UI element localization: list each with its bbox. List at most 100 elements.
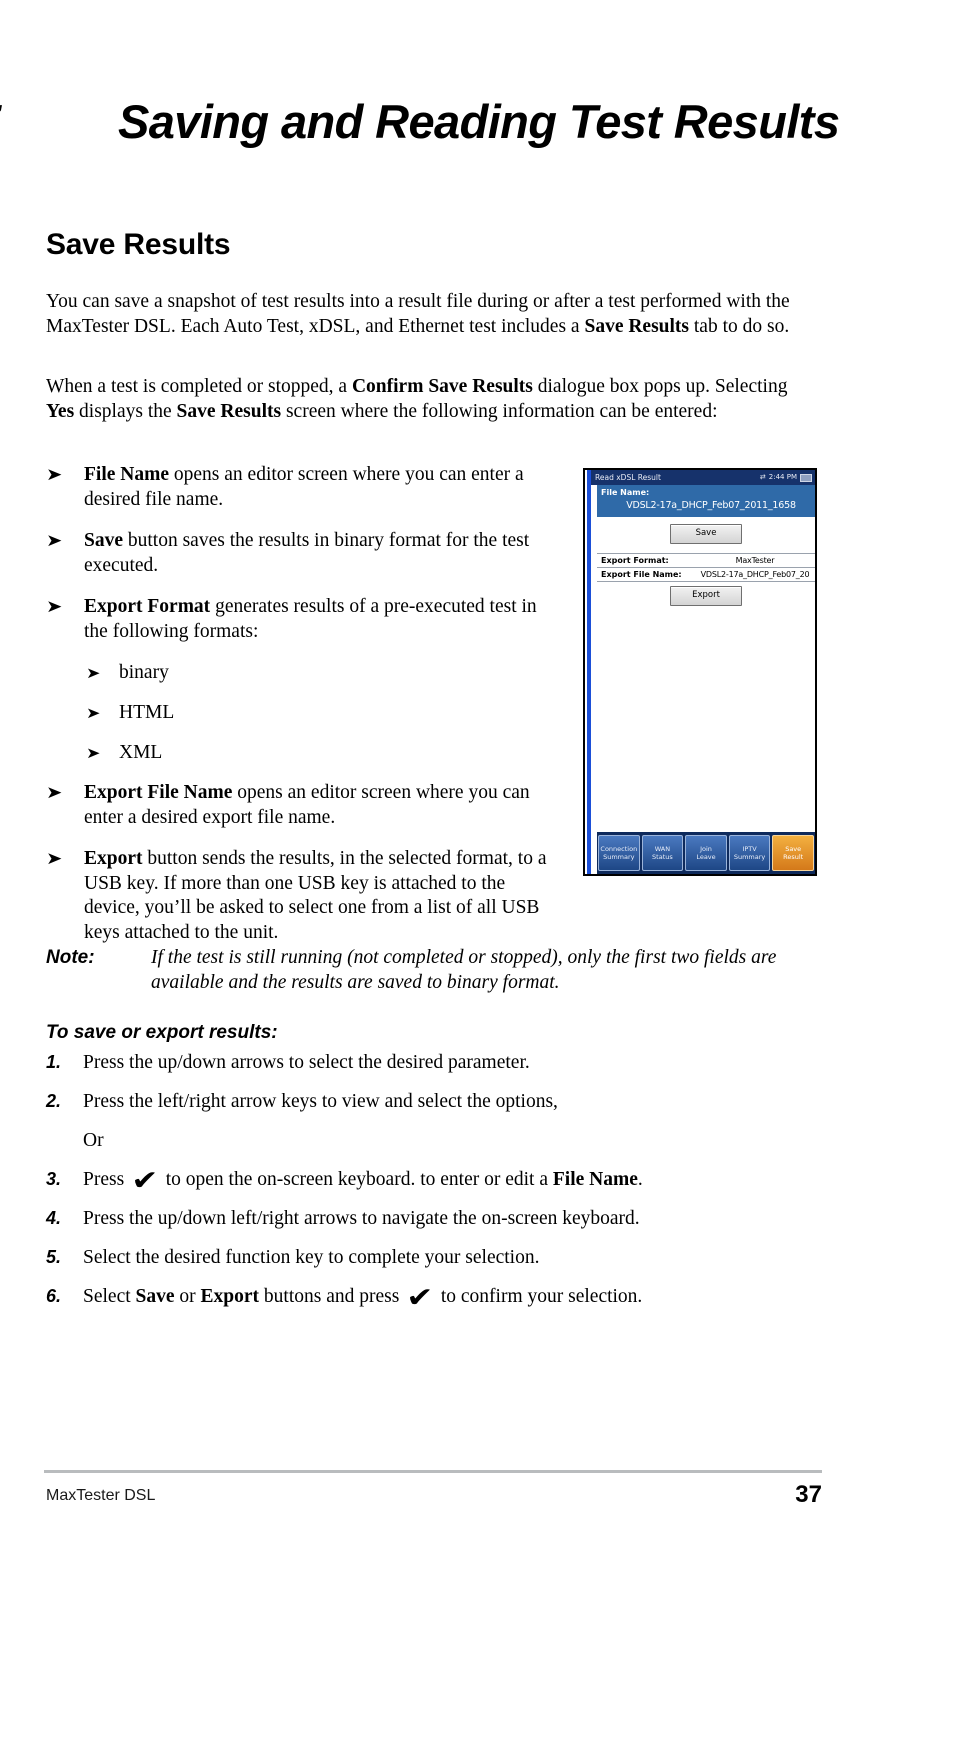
arrow-bullet-icon: ➤ [46, 597, 63, 617]
save-button[interactable]: Save [670, 524, 742, 544]
step6-post: buttons and press [259, 1286, 405, 1307]
tab-join-leave[interactable]: Join Leave [685, 835, 727, 871]
footer-product-name: MaxTester DSL [46, 1487, 156, 1504]
arrow-bullet-icon: ➤ [46, 783, 63, 803]
list-item-text: File Name opens an editor screen where y… [84, 463, 556, 512]
tab-label-line1: WAN Status [652, 845, 673, 861]
list-item-text: Export File Name opens an editor screen … [84, 781, 556, 830]
sub-list-item: ➤ binary [86, 661, 556, 685]
step-text: Press the up/down arrows to select the d… [83, 1052, 530, 1073]
step3-post-b: . [637, 1169, 643, 1190]
step6-bold-export: Export [200, 1286, 260, 1307]
note-block: Note: If the test is still running (not … [46, 945, 818, 995]
chapter-number: 7 [0, 96, 118, 148]
tab-label-line2: Summary [733, 853, 766, 861]
export-format-row[interactable]: Export Format: MaxTester [597, 553, 815, 568]
document-page: 7Saving and Reading Test Results Save Re… [0, 0, 954, 1738]
tab-label-line1: Save Result [783, 845, 804, 861]
bullet-rest: button sends the results, in the selecte… [84, 848, 547, 943]
sub-list-item-label: binary [119, 662, 169, 683]
step-number: 2. [46, 1091, 62, 1111]
resize-icon: ⇄ [759, 473, 766, 481]
sub-list-item: ➤ HTML [86, 701, 556, 725]
list-item: ➤ Save button saves the results in binar… [46, 529, 556, 578]
arrow-bullet-icon: ➤ [86, 744, 101, 762]
tab-label-line1: Join [700, 845, 712, 853]
file-name-label: File Name: [601, 488, 650, 497]
step6-tail: to confirm your selection. [435, 1286, 643, 1307]
export-file-name-row[interactable]: Export File Name: VDSL2-17a_DHCP_Feb07_2… [597, 568, 815, 582]
para2-bold-save-results: Save Results [176, 400, 282, 422]
step-item: 2. Press the left/right arrow keys to vi… [46, 1089, 836, 1114]
step6-bold-save: Save [135, 1286, 175, 1307]
step-number: 6. [46, 1286, 62, 1306]
bullet-term: Save [84, 530, 123, 551]
export-button[interactable]: Export [670, 586, 742, 606]
bullet-term: Export Format [84, 596, 211, 617]
feature-bullet-list: ➤ File Name opens an editor screen where… [46, 463, 556, 962]
sub-list-item: ➤ XML [86, 741, 556, 765]
device-screenshot-figure: Read xDSL Result ⇄ 2:44 PM File Name: VD… [583, 468, 817, 876]
tab-iptv-summary[interactable]: IPTV Summary [728, 835, 771, 871]
tab-label-line1: IPTV [742, 845, 757, 853]
tab-save-result[interactable]: Save Result [772, 835, 814, 871]
device-empty-area [597, 615, 815, 832]
tab-label-line2: Summary [603, 853, 635, 861]
file-name-value[interactable]: VDSL2-17a_DHCP_Feb07_2011_1658 [597, 498, 815, 513]
step-item: 3. Press ✔ to open the on-screen keyboar… [46, 1165, 836, 1197]
arrow-bullet-icon: ➤ [86, 664, 101, 682]
list-item: ➤ Export Format generates results of a p… [46, 595, 556, 644]
step-or-label: Or [83, 1130, 104, 1151]
list-item: ➤ Export File Name opens an editor scree… [46, 781, 556, 830]
arrow-bullet-icon: ➤ [46, 849, 63, 869]
para2-part-g: screen where the following information c… [281, 400, 718, 422]
step-number: 1. [46, 1052, 62, 1072]
battery-icon [800, 473, 812, 482]
footer-divider [44, 1470, 822, 1473]
sub-list-item-label: HTML [119, 702, 175, 723]
step-number: 3. [46, 1169, 62, 1189]
file-name-panel: File Name: VDSL2-17a_DHCP_Feb07_2011_165… [597, 485, 815, 517]
step-text: Press the left/right arrow keys to view … [83, 1091, 558, 1112]
note-text: If the test is still running (not comple… [151, 947, 777, 993]
save-button-row: Save [597, 517, 815, 553]
paragraph-confirm-dialog: When a test is completed or stopped, a C… [46, 375, 818, 424]
para2-bold-yes: Yes [46, 400, 75, 422]
para1-bold-save-results: Save Results [584, 315, 690, 337]
step-item: 5. Select the desired function key to co… [46, 1245, 836, 1270]
note-label: Note: [46, 947, 95, 968]
step6-mid: or [174, 1286, 201, 1307]
tab-label-line2: Leave [696, 853, 716, 861]
list-item-text: Save button saves the results in binary … [84, 529, 556, 578]
tab-connection-summary[interactable]: Connection Summary [598, 835, 640, 871]
export-format-label: Export Format: [601, 556, 669, 565]
arrow-bullet-icon: ➤ [46, 465, 63, 485]
tab-label-line1: Connection [600, 845, 638, 853]
list-item: ➤ Export button sends the results, in th… [46, 847, 556, 945]
step3-post-a: to open the on-screen keyboard. to enter… [160, 1169, 553, 1190]
chapter-title-text: Saving and Reading Test Results [118, 95, 840, 148]
step6-pre: Select [83, 1286, 136, 1307]
device-titlebar: Read xDSL Result ⇄ 2:44 PM [591, 470, 815, 485]
para2-part-e: displays the [74, 400, 177, 422]
device-clock: 2:44 PM [768, 473, 797, 481]
export-file-name-value: VDSL2-17a_DHCP_Feb07_20 [700, 570, 810, 579]
step-text: Select the desired function key to compl… [83, 1247, 540, 1268]
tab-wan-status[interactable]: WAN Status [641, 835, 684, 871]
arrow-bullet-icon: ➤ [46, 531, 63, 551]
step-number: 5. [46, 1247, 62, 1267]
device-titlebar-text: Read xDSL Result [595, 473, 661, 482]
paragraph-intro: You can save a snapshot of test results … [46, 290, 818, 339]
para2-part-c: dialogue box pops up. Selecting [532, 376, 788, 397]
arrow-bullet-icon: ➤ [86, 704, 101, 722]
procedure-heading: To save or export results: [46, 1022, 278, 1043]
list-item-text: Export Format generates results of a pre… [84, 595, 556, 644]
list-item-text: Export button sends the results, in the … [84, 847, 556, 945]
step3-pre: Press [83, 1169, 130, 1190]
page-number: 37 [795, 1481, 822, 1508]
step3-bold-file-name: File Name [552, 1169, 638, 1190]
section-heading: Save Results [46, 228, 231, 261]
step-text: Press ✔ to open the on-screen keyboard. … [83, 1165, 643, 1197]
para2-part-a: When a test is completed or stopped, a [46, 376, 352, 397]
bullet-rest: button saves the results in binary forma… [84, 530, 530, 576]
